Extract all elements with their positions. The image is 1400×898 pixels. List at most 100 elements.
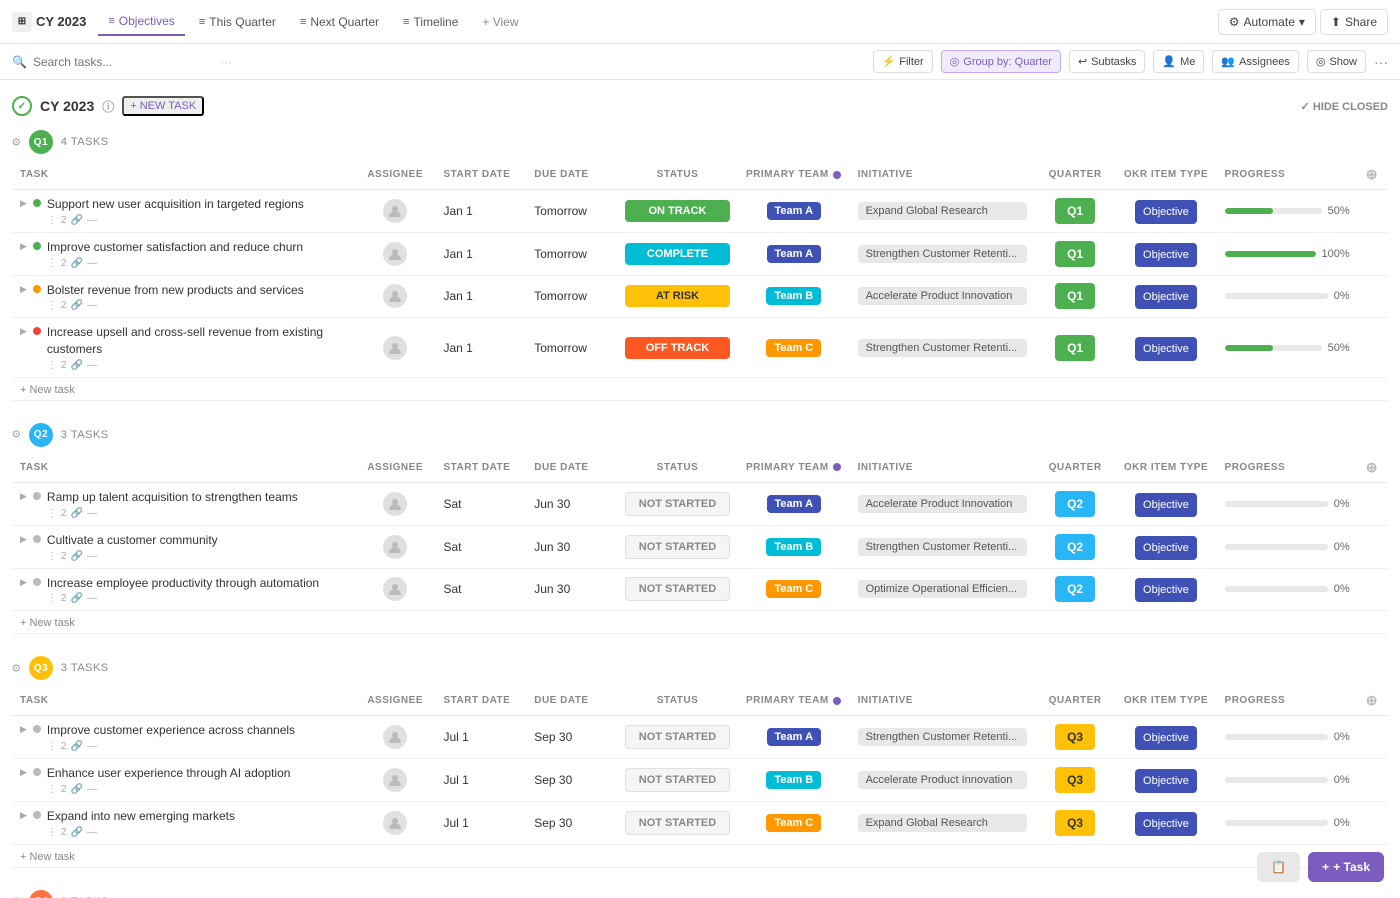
col-header-add[interactable]: ⊕ [1358, 686, 1388, 716]
filter-button[interactable]: ⚡ Filter [873, 50, 933, 73]
task-name: Ramp up talent acquisition to strengthen… [47, 489, 298, 506]
subtask-count: 2 [61, 360, 67, 371]
add-task-link[interactable]: + New task [20, 851, 75, 863]
table-row: ▶ Increase upsell and cross-sell revenue… [12, 318, 1388, 378]
task-dot [33, 285, 41, 293]
toolbar-dots-left[interactable]: ··· [220, 55, 232, 69]
col-header-due: DUE DATE [526, 160, 617, 190]
quarter-value-badge: Q1 [1055, 241, 1095, 267]
nav-tab-add-view[interactable]: + View [472, 9, 528, 35]
clipboard-button[interactable]: 📋 [1257, 852, 1300, 882]
nav-tab-this-quarter[interactable]: ≡ This Quarter [189, 9, 286, 35]
expand-arrow[interactable]: ▶ [20, 241, 27, 252]
progress-percent: 0% [1334, 290, 1350, 302]
progress-cell: 0% [1217, 525, 1358, 568]
add-task-row: + New task [12, 844, 1388, 867]
main-content: ✓ CY 2023 ⓘ + NEW TASK ✓ HIDE CLOSED ⊙ Q… [0, 80, 1400, 898]
initiative-badge: Accelerate Product Innovation [858, 495, 1027, 513]
quarter-collapse-q1[interactable]: ⊙ [12, 137, 21, 148]
share-button[interactable]: ⬆ Share [1320, 9, 1388, 35]
task-dot [33, 199, 41, 207]
progress-cell: 50% [1217, 190, 1358, 233]
col-header-add[interactable]: ⊕ [1358, 160, 1388, 190]
expand-arrow[interactable]: ▶ [20, 534, 27, 545]
col-header-add[interactable]: ⊕ [1358, 453, 1388, 483]
ellipsis-icon: — [87, 784, 97, 795]
subtask-icon: ⋮ [47, 300, 57, 311]
group-by-button[interactable]: ◎ Group by: Quarter [941, 50, 1061, 73]
progress-bar-fill [1225, 208, 1274, 214]
automate-chevron: ▾ [1299, 15, 1305, 29]
progress-cell: 0% [1217, 275, 1358, 318]
add-column-btn[interactable]: ⊕ [1366, 166, 1378, 182]
row-add-cell [1358, 482, 1388, 525]
expand-arrow[interactable]: ▶ [20, 724, 27, 735]
quarter-collapse-q2[interactable]: ⊙ [12, 429, 21, 440]
okr-badge: Objective [1135, 285, 1197, 309]
initiative-badge: Expand Global Research [858, 814, 1027, 832]
start-date-cell: Sat [435, 525, 526, 568]
row-add-cell [1358, 759, 1388, 802]
search-input[interactable] [33, 55, 173, 69]
quarter-badge-q2: Q2 [29, 423, 53, 447]
quarter-task-count-q2: 3 TASKS [61, 429, 109, 441]
assignee-cell [355, 759, 436, 802]
toolbar-dots-right[interactable]: ··· [1374, 54, 1388, 70]
automate-button[interactable]: ⚙ Automate ▾ [1218, 9, 1316, 35]
col-header-okr: OKR ITEM TYPE [1115, 686, 1216, 716]
assignee-cell [355, 232, 436, 275]
task-cell-0: ▶ Improve customer experience across cha… [12, 716, 355, 759]
link-icon: 🔗 [70, 784, 82, 795]
assignee-avatar [383, 199, 407, 223]
add-task-link[interactable]: + New task [20, 617, 75, 629]
nav-tab-objectives[interactable]: ≡ Objectives [98, 8, 184, 36]
add-task-button[interactable]: + + Task [1308, 852, 1384, 882]
add-column-btn[interactable]: ⊕ [1366, 459, 1378, 475]
nav-tab-next-quarter[interactable]: ≡ Next Quarter [290, 9, 389, 35]
expand-arrow[interactable]: ▶ [20, 326, 27, 337]
col-header-quarter: QUARTER [1035, 453, 1116, 483]
okr-badge: Objective [1135, 200, 1197, 224]
col-header-start: START DATE [435, 686, 526, 716]
subtasks-button[interactable]: ↩ Subtasks [1069, 50, 1145, 73]
subtask-count: 2 [61, 300, 67, 311]
quarter-section-q1: ⊙ Q1 4 TASKS TASK ASSIGNEE START DATE DU… [12, 124, 1388, 401]
progress-bar-bg [1225, 544, 1328, 550]
task-name: Support new user acquisition in targeted… [47, 196, 304, 213]
expand-arrow[interactable]: ▶ [20, 284, 27, 295]
subtask-icon: ⋮ [47, 784, 57, 795]
hide-closed-button[interactable]: ✓ HIDE CLOSED [1301, 100, 1388, 113]
quarter-collapse-q3[interactable]: ⊙ [12, 663, 21, 674]
expand-arrow[interactable]: ▶ [20, 577, 27, 588]
table-row: ▶ Expand into new emerging markets ⋮ 2 🔗… [12, 801, 1388, 844]
add-task-link[interactable]: + New task [20, 384, 75, 396]
task-meta: ⋮ 2 🔗 — [47, 784, 291, 795]
initiative-cell: Expand Global Research [850, 190, 1035, 233]
status-badge: NOT STARTED [625, 535, 730, 559]
expand-arrow[interactable]: ▶ [20, 491, 27, 502]
add-column-btn[interactable]: ⊕ [1366, 692, 1378, 708]
assignees-button[interactable]: 👥 Assignees [1212, 50, 1298, 73]
due-date-cell: Tomorrow [526, 275, 617, 318]
show-button[interactable]: ◎ Show [1307, 50, 1366, 73]
quarter-section-q4: ⊙ Q4 3 TASKS TASK ASSIGNEE START DATE DU… [12, 884, 1388, 898]
col-header-initiative: INITIATIVE [850, 160, 1035, 190]
nav-tab-timeline[interactable]: ≡ Timeline [393, 9, 468, 35]
initiative-cell: Strengthen Customer Retenti... [850, 716, 1035, 759]
add-task-cell: + New task [12, 844, 1388, 867]
expand-arrow[interactable]: ▶ [20, 198, 27, 209]
task-name: Cultivate a customer community [47, 532, 218, 549]
initiative-badge: Strengthen Customer Retenti... [858, 339, 1027, 357]
add-task-row: + New task [12, 611, 1388, 634]
me-button[interactable]: 👤 Me [1153, 50, 1204, 73]
table-q1: TASK ASSIGNEE START DATE DUE DATE STATUS… [12, 160, 1388, 401]
floating-buttons: 📋 + + Task [1257, 852, 1384, 882]
team-badge: Team A [767, 202, 822, 220]
status-badge: NOT STARTED [625, 811, 730, 835]
expand-arrow[interactable]: ▶ [20, 810, 27, 821]
initiative-cell: Accelerate Product Innovation [850, 482, 1035, 525]
expand-arrow[interactable]: ▶ [20, 767, 27, 778]
new-task-button[interactable]: + NEW TASK [122, 96, 204, 116]
task-meta: ⋮ 2 🔗 — [47, 827, 235, 838]
progress-percent: 50% [1328, 205, 1350, 217]
